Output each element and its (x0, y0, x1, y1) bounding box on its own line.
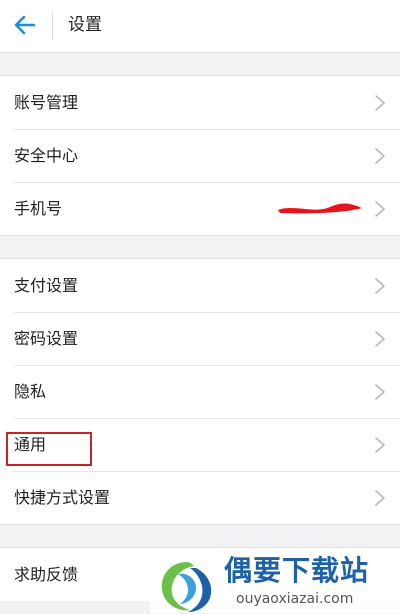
chevron-right-icon (374, 330, 386, 348)
row-label: 隐私 (14, 382, 47, 401)
watermark-title: 偶要下载站 (224, 554, 370, 587)
watermark: 偶要下载站 ouyaoxiazai.com (150, 550, 400, 613)
chevron-right-icon (374, 489, 386, 507)
settings-row-phone-number[interactable]: 手机号 (0, 182, 400, 235)
row-label: 账号管理 (14, 93, 79, 112)
row-label: 求助反馈 (14, 565, 79, 584)
chevron-right-icon (374, 277, 386, 295)
row-label: 密码设置 (14, 329, 79, 348)
row-label: 安全中心 (14, 146, 79, 165)
app-header: 设置 (0, 0, 400, 53)
chevron-right-icon (374, 383, 386, 401)
watermark-url: ouyaoxiazai.com (236, 591, 354, 607)
highlight-annotation-box (6, 432, 92, 466)
watermark-logo-icon (156, 556, 218, 614)
back-button[interactable] (10, 10, 40, 40)
settings-group-general: 支付设置 密码设置 隐私 通用 快捷方式设置 (0, 258, 400, 525)
redaction-mark (274, 202, 366, 214)
row-label: 手机号 (14, 199, 63, 218)
settings-row-security-center[interactable]: 安全中心 (0, 129, 400, 182)
page-title: 设置 (68, 15, 102, 35)
chevron-right-icon (374, 147, 386, 165)
settings-row-privacy[interactable]: 隐私 (0, 365, 400, 418)
settings-row-payment[interactable]: 支付设置 (0, 259, 400, 312)
settings-row-shortcuts[interactable]: 快捷方式设置 (0, 471, 400, 524)
row-label: 支付设置 (14, 276, 79, 295)
settings-group-account: 账号管理 安全中心 手机号 (0, 75, 400, 236)
settings-row-password[interactable]: 密码设置 (0, 312, 400, 365)
chevron-right-icon (374, 200, 386, 218)
chevron-right-icon (374, 436, 386, 454)
settings-row-account-management[interactable]: 账号管理 (0, 76, 400, 129)
chevron-right-icon (374, 94, 386, 112)
header-divider (52, 12, 53, 40)
arrow-left-icon (14, 15, 36, 35)
row-label: 快捷方式设置 (14, 488, 111, 507)
